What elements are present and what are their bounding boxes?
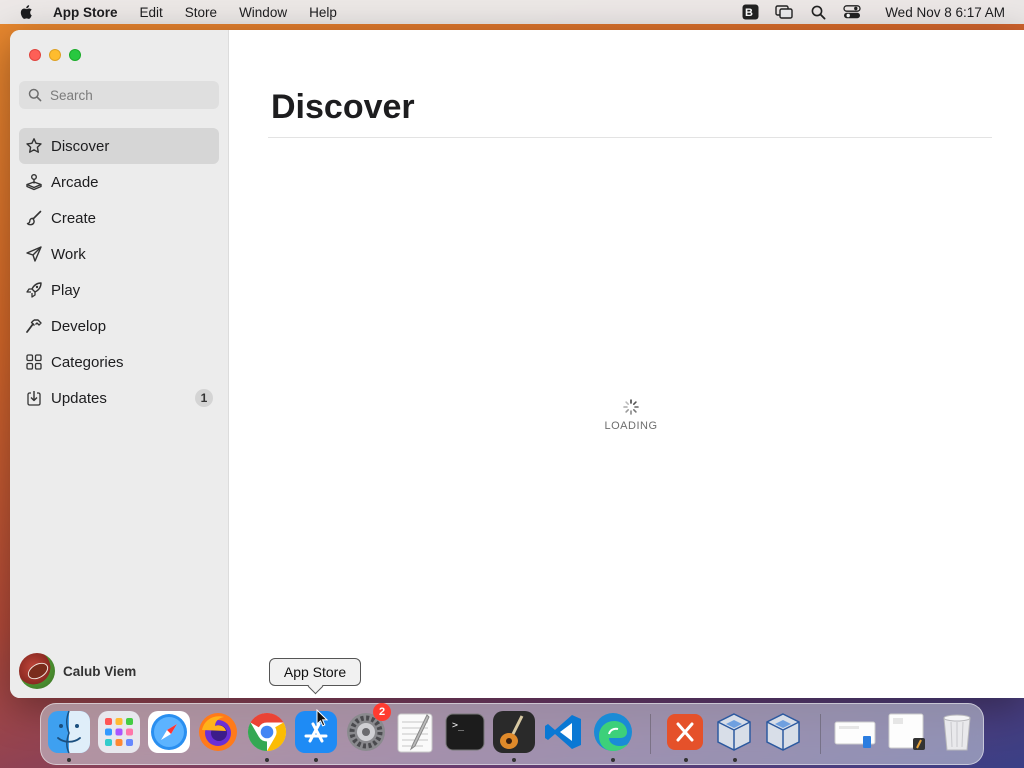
dock-downloads-stack-icon[interactable] [833,710,879,754]
menu-edit[interactable]: Edit [140,5,163,20]
zoom-window-button[interactable] [69,49,81,61]
svg-text:B: B [745,7,753,19]
star-icon [25,137,43,155]
dock-garageband-icon[interactable] [492,710,536,754]
menubar-clock[interactable]: Wed Nov 8 6:17 AM [885,5,1005,20]
menu-store[interactable]: Store [185,5,217,20]
screen-mirroring-icon[interactable] [775,4,793,20]
dock-trash-icon[interactable] [935,710,979,754]
account-name: Calub Viem [63,663,137,679]
dock-virtualbox-icon[interactable] [712,710,756,754]
svg-text:>_: >_ [452,720,465,731]
running-indicator [733,758,737,762]
running-indicator [512,758,516,762]
running-indicator [684,758,688,762]
dock-safari-icon[interactable] [147,710,191,754]
sidebar-item-create[interactable]: Create [19,200,219,236]
dock-finder-icon[interactable] [47,710,91,754]
bbedit-status-icon[interactable]: B [741,4,759,20]
loading-indicator: LOADING [592,398,670,432]
sidebar: Discover Arcade Create Work [10,30,229,698]
download-icon [25,389,43,407]
dock-terminal-icon[interactable]: >_ [443,710,487,754]
sidebar-item-label: Updates [51,389,107,407]
dock-edge-icon[interactable] [591,710,635,754]
menu-bar: App Store Edit Store Window Help B Wed N… [0,0,1024,24]
running-indicator [611,758,615,762]
main-content: Discover LOADING [230,30,1024,698]
app-store-window: Discover Arcade Create Work [10,30,1024,698]
mouse-cursor-icon [316,709,328,727]
dock-documents-stack-icon[interactable] [883,710,929,754]
running-indicator [67,758,71,762]
sidebar-item-label: Play [51,281,81,299]
sidebar-item-discover[interactable]: Discover [19,128,219,164]
sidebar-item-label: Create [51,209,97,227]
sidebar-item-categories[interactable]: Categories [19,344,219,380]
dock-separator [820,714,821,754]
dock-launchpad-icon[interactable] [97,710,141,754]
page-title: Discover [271,88,415,126]
sidebar-item-label: Discover [51,137,110,155]
menu-help[interactable]: Help [309,5,337,20]
joystick-icon [25,173,43,191]
control-center-icon[interactable] [843,4,861,20]
spinner-icon [623,399,639,415]
sidebar-item-develop[interactable]: Develop [19,308,219,344]
paintbrush-icon [25,209,43,227]
running-indicator [314,758,318,762]
minimize-window-button[interactable] [49,49,61,61]
dock-firefox-icon[interactable] [196,710,240,754]
search-input[interactable] [50,87,210,103]
sidebar-item-label: Develop [51,317,107,335]
running-indicator [265,758,269,762]
search-field[interactable] [19,81,219,109]
spotlight-search-icon[interactable] [809,4,827,20]
paperplane-icon [25,245,43,263]
account-button[interactable]: Calub Viem [19,653,136,689]
sidebar-item-arcade[interactable]: Arcade [19,164,219,200]
loading-label: LOADING [604,420,658,432]
apple-logo-icon[interactable] [19,4,35,20]
window-controls [29,49,81,61]
dock: 2 >_ [40,703,984,765]
search-icon [28,88,42,102]
title-divider [268,137,992,138]
sidebar-nav: Discover Arcade Create Work Play Develop… [19,128,219,416]
sidebar-item-label: Arcade [51,173,99,191]
dock-vscode-icon[interactable] [541,710,585,754]
dock-textedit-icon[interactable] [393,710,437,754]
notification-badge: 2 [373,703,391,721]
menu-app-name[interactable]: App Store [53,5,118,20]
sidebar-item-play[interactable]: Play [19,272,219,308]
dock-separator [650,714,651,754]
menu-window[interactable]: Window [239,5,287,20]
dock-virtualbox-vm-icon[interactable] [761,710,805,754]
dock-chrome-icon[interactable] [245,710,289,754]
dock-remote-desktop-icon[interactable] [663,710,707,754]
avatar [19,653,55,689]
rocket-icon [25,281,43,299]
grid-icon [25,353,43,371]
close-window-button[interactable] [29,49,41,61]
sidebar-item-work[interactable]: Work [19,236,219,272]
sidebar-item-label: Work [51,245,86,263]
sidebar-item-label: Categories [51,353,124,371]
dock-tooltip: App Store [269,658,361,686]
hammer-icon [25,317,43,335]
updates-count-badge: 1 [195,389,213,407]
sidebar-item-updates[interactable]: Updates 1 [19,380,219,416]
